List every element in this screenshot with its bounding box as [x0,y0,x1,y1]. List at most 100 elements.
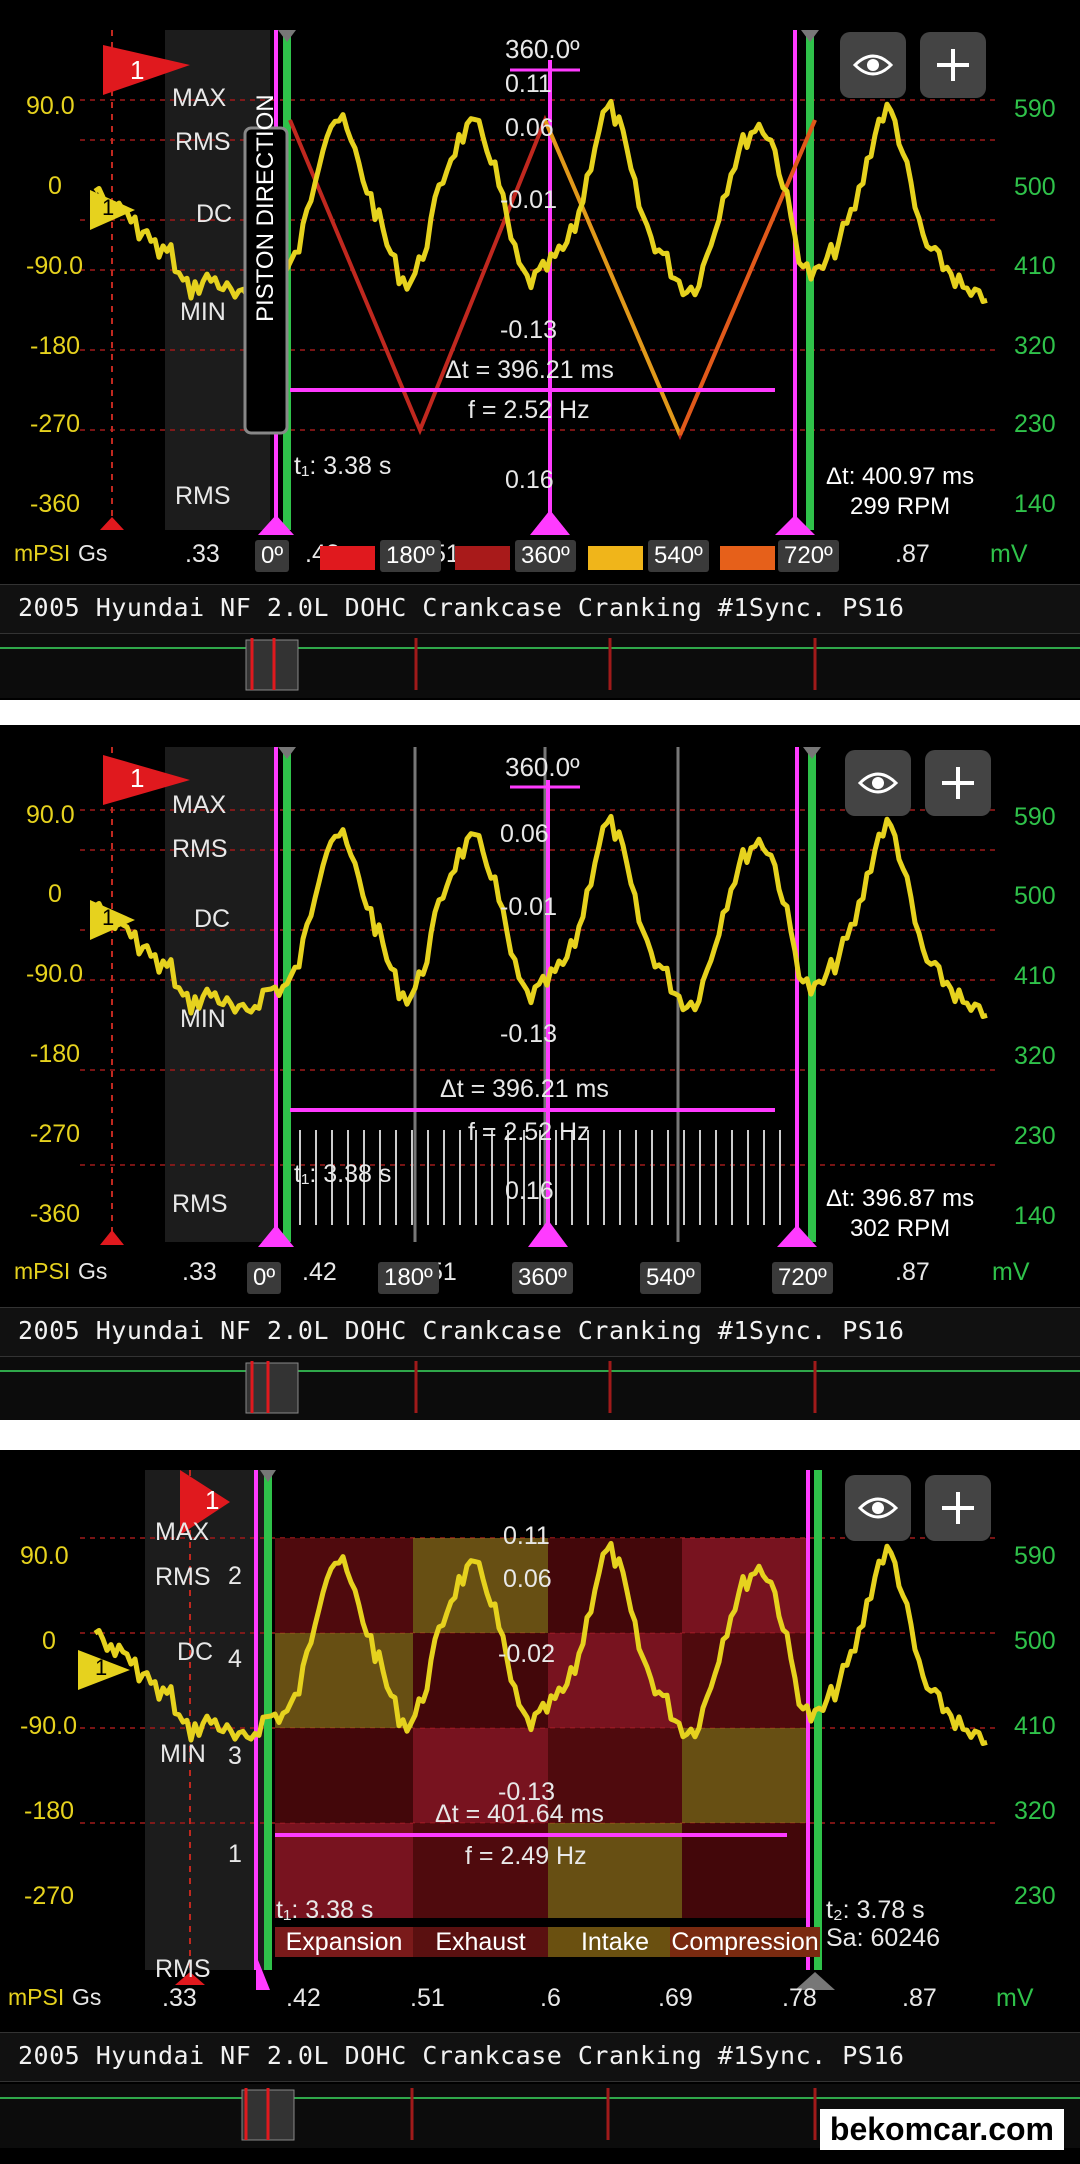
add-button[interactable] [925,1475,991,1541]
ruler-value: -0.01 [500,186,557,214]
trace-title-bar: 2005 Hyundai NF 2.0L DOHC Crankcase Cran… [0,584,1080,634]
cylinder-number: 4 [228,1645,242,1673]
scope-panel-1: 1 1 PISTON DIRECTION MAX RMS DC MIN RMS … [0,0,1080,700]
stroke-label-expansion: Expansion [275,1927,413,1957]
angle-legend-swatch [320,546,375,570]
angle-marker-720[interactable]: 720º [778,540,839,572]
angle-marker-540[interactable]: 540º [648,540,709,572]
scope-panel-2: 1 1 MAX RMS DC MIN RMS 90.0 0 -90.0 -180… [0,725,1080,1420]
stroke-label-compression: Compression [670,1927,820,1957]
x-tick: .42 [302,1258,337,1286]
ruler-value: 0.06 [503,1565,552,1593]
x-tick: .33 [185,540,220,568]
angle-marker-360[interactable]: 360º [515,540,576,572]
right-axis-tick: 230 [1014,1882,1056,1910]
stroke-label-intake: Intake [548,1927,682,1957]
cursor-angle-readout: 360.0º [505,34,580,64]
stat-min: MIN [180,298,226,326]
left-axis-tick: -180 [30,1040,81,1068]
left-axis-tick: -270 [30,1120,81,1148]
angle-marker-180[interactable]: 180º [380,540,441,572]
ruler-value: -0.01 [500,893,557,921]
watermark: bekomcar.com [819,2109,1064,2150]
stat-rms: RMS [172,835,228,863]
ruler-value: -0.13 [500,1020,557,1048]
angle-marker-360[interactable]: 360º [512,1262,573,1294]
left-axis-tick: -270 [30,410,81,438]
overview-graphic [0,638,1080,691]
ruler-value: 0.06 [500,820,549,848]
right-axis-tick: 500 [1014,882,1056,910]
overview-strip[interactable] [0,634,1080,698]
left-axis-tick: -270 [24,1882,75,1910]
stat-dc: DC [194,905,231,933]
right-axis-tick: 230 [1014,1122,1056,1150]
cylinder-number: 3 [228,1742,242,1770]
left-unit-suffix: Gs [78,540,108,566]
angle-marker-180[interactable]: 180º [378,1262,439,1294]
left-axis-tick: -360 [30,1200,81,1228]
stat-rms-bottom: RMS [172,1190,228,1218]
add-button[interactable] [920,32,986,98]
t1-readout: t₁: 3.38 s [276,1896,374,1924]
right-axis-tick: 590 [1014,95,1056,123]
channel-marker-label: 1 [102,195,115,220]
x-tick: .33 [162,1984,197,2012]
trace-title: 2005 Hyundai NF 2.0L DOHC Crankcase Cran… [18,2041,905,2070]
right-axis-tick: 410 [1014,1712,1056,1740]
angle-legend-swatch [720,546,775,570]
ruler-value: 0.11 [503,1522,550,1550]
trace-title: 2005 Hyundai NF 2.0L DOHC Crankcase Cran… [18,593,905,622]
angle-marker-0[interactable]: 0º [247,1262,282,1294]
plus-icon [942,1492,974,1524]
delta-time: Δt = 396.21 ms [440,1075,609,1103]
angle-marker-540[interactable]: 540º [640,1262,701,1294]
tooltip-rpm: 302 RPM [850,1215,951,1242]
stat-min: MIN [160,1740,206,1768]
left-unit: mPSI [14,540,71,566]
left-axis-tick: -360 [30,490,81,518]
stat-min: MIN [180,1005,226,1033]
right-unit: mV [992,1258,1030,1286]
t1-readout: t₁: 3.38 s [294,452,392,480]
right-axis-tick: 410 [1014,252,1056,280]
angle-marker-720[interactable]: 720º [772,1262,833,1294]
overview-strip[interactable] [0,1357,1080,1420]
left-axis-tick: 0 [48,172,62,200]
tooltip-delta: Δt: 396.87 ms [826,1185,975,1212]
ruler-value: 0.11 [505,70,552,98]
trace-title-bar: 2005 Hyundai NF 2.0L DOHC Crankcase Cran… [0,2032,1080,2082]
visibility-button[interactable] [845,1475,911,1541]
stat-max: MAX [155,1518,210,1546]
frequency: f = 2.49 Hz [465,1842,587,1870]
visibility-button[interactable] [840,32,906,98]
x-tick: .51 [410,1984,445,2012]
t2-readout: t₂: 3.78 s [826,1896,925,1924]
x-tick: .42 [286,1984,321,2012]
stat-max: MAX [172,84,227,112]
left-axis-tick: 90.0 [26,92,75,120]
ruler-value: 0.16 [505,1177,554,1205]
cylinder-number: 2 [228,1562,242,1590]
t1-readout: t₁: 3.38 s [294,1160,392,1188]
visibility-button[interactable] [845,750,911,816]
left-axis-tick: -180 [24,1797,75,1825]
right-axis-tick: 500 [1014,173,1056,201]
left-axis-tick: -90.0 [26,252,83,280]
ruler-value: 0.16 [505,466,554,494]
x-tick: .87 [895,540,930,568]
delta-time: Δt = 401.64 ms [435,1800,604,1828]
angle-marker-0[interactable]: 0º [255,540,290,572]
scope-panel-3: 1 1 MAX RMS DC MIN RMS 2 4 3 1 90.0 0 -9… [0,1450,1080,2164]
right-unit: mV [990,540,1028,568]
x-tick: .87 [895,1258,930,1286]
overview-graphic [0,1361,1080,1414]
tooltip-delta: Δt: 400.97 ms [826,463,975,490]
add-button[interactable] [925,750,991,816]
right-axis-tick: 590 [1014,803,1056,831]
plus-icon [942,767,974,799]
left-axis-tick: 90.0 [20,1542,69,1570]
trigger-marker-label: 1 [130,55,145,85]
stat-dc: DC [196,200,233,228]
right-axis-tick: 140 [1014,1202,1056,1230]
